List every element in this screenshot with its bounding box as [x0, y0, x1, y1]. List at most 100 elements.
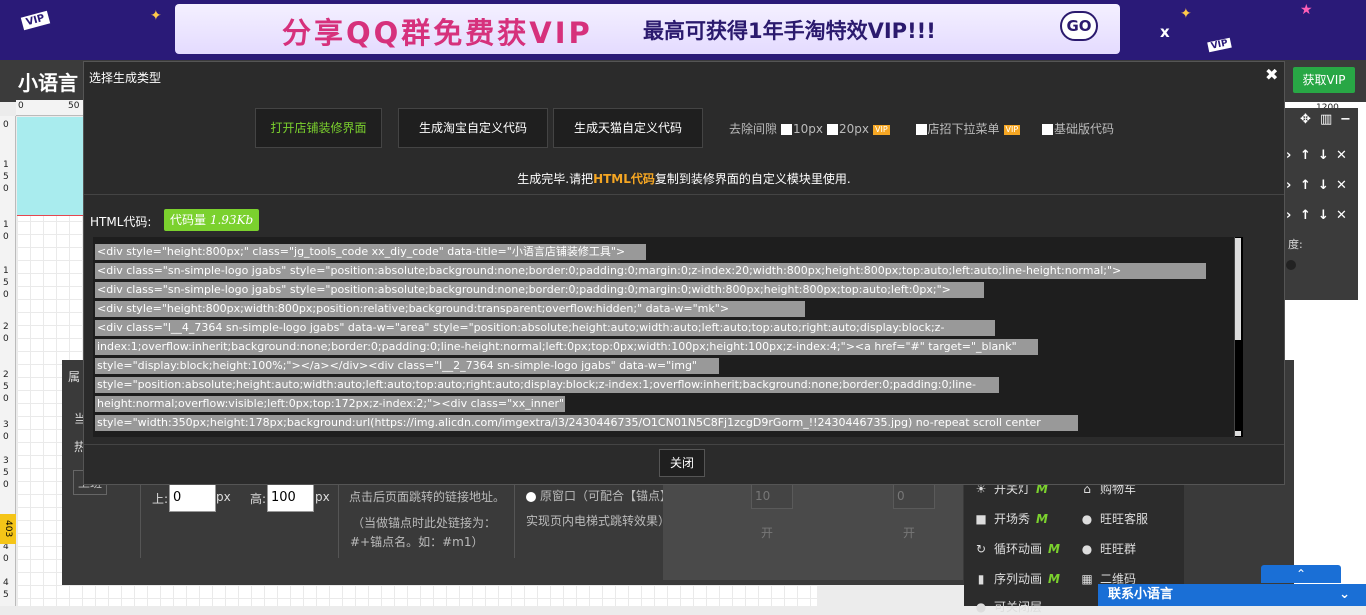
trash-icon[interactable]: ▥	[1320, 112, 1332, 127]
module-label: 循环动画	[994, 542, 1043, 556]
code-line: <div class="sn-simple-logo jgabs" style=…	[95, 282, 984, 298]
ruler-tick: 50	[68, 101, 80, 111]
vip-badge: VIP	[1003, 124, 1021, 135]
remove-gap-label: 去除间隙	[729, 122, 778, 136]
close-icon[interactable]: ✕	[1336, 178, 1347, 193]
divider	[84, 194, 1284, 195]
chevron-down-icon[interactable]: ⌄	[1339, 584, 1350, 606]
module-item-opening[interactable]: ■ 开场秀 M	[974, 510, 1048, 527]
ruler-tick: 1	[3, 160, 9, 170]
arrow-up-icon[interactable]: ↑	[1300, 208, 1311, 223]
code-size-badge: 代码量 1.93Kb	[164, 209, 260, 231]
slider-handle[interactable]	[1286, 260, 1296, 270]
generate-tmall-code-button[interactable]: 生成天猫自定义代码	[553, 108, 703, 148]
ruler-tick: 1	[3, 266, 9, 276]
generate-taobao-code-button[interactable]: 生成淘宝自定义代码	[398, 108, 548, 148]
move-icon[interactable]: ✥	[1300, 112, 1311, 127]
effect-input[interactable]: 10	[751, 483, 793, 509]
status-message: 生成完毕.请把HTML代码复制到装修界面的自定义模块里使用.	[84, 170, 1284, 187]
ruler-tick: 0	[3, 480, 9, 490]
code-size-value: 1.93Kb	[209, 213, 254, 227]
ruler-tick: 0	[18, 101, 24, 111]
effect-settings: 10 0 开 开	[663, 475, 963, 580]
dropdown-menu-label: 店招下拉菜单	[927, 122, 1000, 136]
effect-input[interactable]: 0	[893, 483, 935, 509]
ruler-tick: 0	[3, 120, 9, 130]
top-offset-input[interactable]: 0	[169, 484, 216, 512]
message-text: 复制到装修界面的自定义模块里使用.	[654, 172, 851, 186]
top-offset-label: 上:	[152, 492, 169, 506]
module-item-group[interactable]: ● 旺旺群	[1080, 540, 1136, 557]
ruler-tick: 3	[3, 420, 9, 430]
height-input[interactable]: 100	[267, 484, 314, 512]
effect-toggle[interactable]: 开	[761, 524, 773, 541]
open-shop-decor-button[interactable]: 打开店铺装修界面	[255, 108, 382, 148]
chevron-left-icon[interactable]: ›	[1286, 178, 1291, 193]
radio-circle[interactable]	[526, 491, 536, 502]
scroll-top-button[interactable]: ⌃	[1261, 565, 1341, 583]
close-icon[interactable]: ✕	[1336, 208, 1347, 223]
unit-label: px	[216, 490, 231, 504]
scrollbar-thumb[interactable]	[1235, 238, 1241, 340]
ruler-tick: 0	[3, 432, 9, 442]
divider	[84, 444, 1284, 445]
ruler-tick: 5	[3, 590, 9, 600]
divider	[140, 480, 141, 558]
message-highlight: HTML代码	[593, 172, 655, 186]
video-icon: ■	[975, 512, 987, 526]
html-code-label: HTML代码:	[90, 215, 152, 229]
hotspot-area[interactable]	[17, 117, 85, 215]
layer-panel: ✥ ▥ − › ↑ ↓ ✕ › ↑ ↓ ✕ › ↑ ↓ ✕	[1284, 108, 1358, 300]
code-line: <div style="height:800px;" class="jg_too…	[95, 244, 646, 260]
close-dialog-button[interactable]: 关闭	[659, 449, 705, 477]
gap-10-checkbox[interactable]	[781, 124, 793, 135]
contact-bar[interactable]: 联系小语言 ⌄	[1098, 584, 1366, 606]
basic-code-checkbox[interactable]	[1042, 124, 1053, 135]
arrow-down-icon[interactable]: ↓	[1318, 148, 1329, 163]
get-vip-button[interactable]: 获取VIP	[1293, 67, 1355, 93]
ruler-tick: 3	[3, 456, 9, 466]
opacity-label: 度:	[1288, 238, 1303, 251]
vip-badge: VIP	[873, 124, 890, 135]
dropdown-menu-checkbox[interactable]	[915, 124, 927, 135]
arrow-up-icon[interactable]: ↑	[1300, 148, 1311, 163]
code-line: style="position:absolute;height:auto;wid…	[95, 377, 999, 393]
arrow-down-icon[interactable]: ↓	[1318, 208, 1329, 223]
close-icon[interactable]: ✕	[1336, 148, 1347, 163]
html-code-textarea[interactable]: <div style="height:800px;" class="jg_too…	[93, 237, 1243, 437]
gap-20-checkbox[interactable]	[827, 124, 839, 135]
ruler-tick: 0	[3, 290, 9, 300]
module-item-sequence[interactable]: ▮ 序列动画 M	[974, 570, 1060, 587]
arrow-up-icon[interactable]: ↑	[1300, 178, 1311, 193]
effect-toggle[interactable]: 开	[903, 524, 915, 541]
vip-ticket-right: VIP	[1207, 37, 1232, 53]
resize-handle[interactable]	[1235, 431, 1241, 436]
module-item-service[interactable]: ● 旺旺客服	[1080, 510, 1148, 527]
banner-go-button[interactable]: GO	[1060, 11, 1098, 41]
ruler-tick: 0	[3, 334, 9, 344]
code-line: <div class="l__4_7364 sn-simple-logo jga…	[95, 320, 995, 336]
gap-20-label: 20px	[839, 122, 870, 136]
module-item-loop[interactable]: ↻ 循环动画 M	[974, 540, 1060, 557]
divider	[338, 480, 339, 558]
user-icon: ●	[1081, 512, 1093, 526]
code-line: <div style="height:800px;width:800px;pos…	[95, 301, 805, 317]
ruler-tick: 2	[3, 370, 9, 380]
module-item-closable[interactable]: ● 可关闭层	[974, 598, 1042, 615]
vip-m-icon: M	[1036, 512, 1048, 526]
ruler-tick: 5	[3, 382, 9, 392]
height-label: 高:	[250, 492, 267, 506]
vip-m-icon: M	[1048, 542, 1060, 556]
code-line: style="display:block;height:100%;"></a><…	[95, 358, 719, 374]
star-icon: ★	[1300, 2, 1313, 18]
chevron-left-icon[interactable]: ›	[1286, 208, 1291, 223]
close-icon[interactable]: ✖	[1265, 65, 1278, 84]
dialog-title: 选择生成类型	[89, 71, 162, 85]
star-icon: ✦	[150, 8, 162, 24]
promo-banner[interactable]: ✦ ✦ ✦ ★ VIP VIP 分享QQ群免费获VIP 最高可获得1年手淘特效V…	[0, 0, 1366, 60]
minimize-icon[interactable]: −	[1340, 112, 1351, 127]
banner-close-icon[interactable]: x	[1160, 23, 1170, 41]
chevron-left-icon[interactable]: ›	[1286, 148, 1291, 163]
module-label: 开场秀	[994, 512, 1031, 526]
arrow-down-icon[interactable]: ↓	[1318, 178, 1329, 193]
